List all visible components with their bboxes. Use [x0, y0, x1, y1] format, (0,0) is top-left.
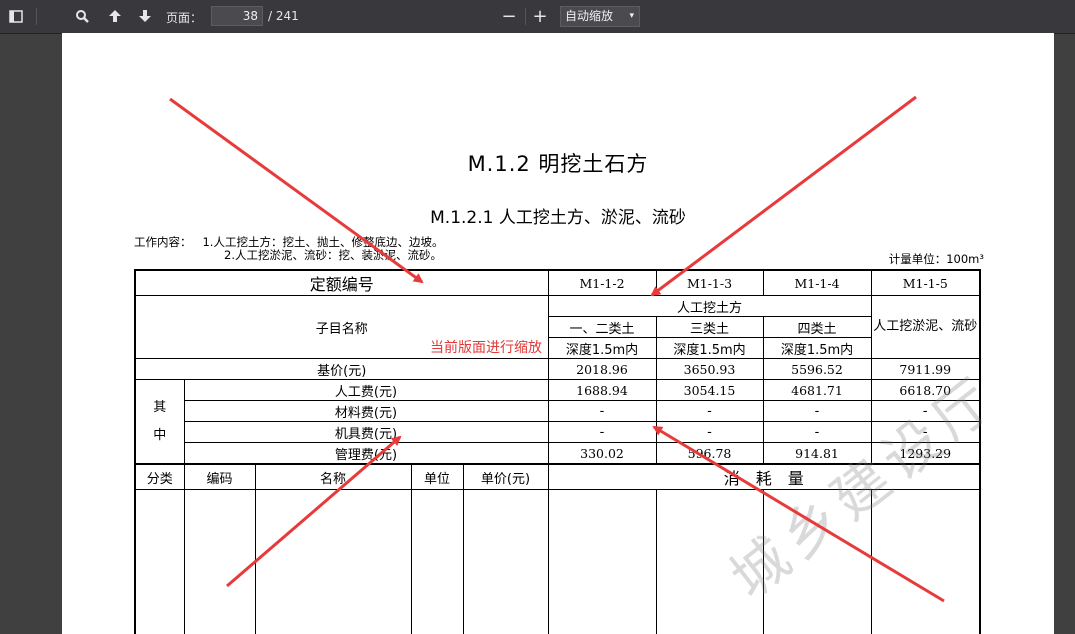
zoom-select[interactable]: 自动缩放 ▾ — [560, 6, 640, 27]
work-line-1: 1.人工挖土方：挖土、抛土、修整底边、边坡。 — [202, 235, 444, 249]
depth: 深度1.5m内 — [655, 337, 764, 359]
arrow-up-icon[interactable] — [103, 5, 127, 27]
depth: 深度1.5m内 — [547, 337, 657, 359]
quota-code: M1-1-2 — [547, 269, 657, 296]
soil-type: 三类土 — [655, 316, 764, 338]
base-price: 3650.93 — [655, 358, 764, 380]
page-number-input[interactable]: 38 — [211, 6, 263, 26]
col-category: 分类 — [134, 463, 185, 490]
mgmt-cost: 330.02 — [547, 442, 657, 465]
empty-cell — [547, 489, 657, 634]
among-char: 其 — [153, 399, 167, 415]
document-title: M.1.2 明挖土石方 — [467, 152, 649, 176]
material-label: 材料费(元) — [183, 400, 549, 422]
sidebar-toggle-icon[interactable] — [4, 5, 28, 27]
page-label: 页面： — [166, 11, 203, 25]
machine-label: 机具费(元) — [183, 421, 549, 443]
mgmt-cost: 596.78 — [655, 442, 764, 465]
arrow-top-right — [650, 95, 917, 297]
empty-cell — [410, 489, 464, 634]
material-cost: - — [547, 400, 657, 422]
quota-code: M1-1-3 — [655, 269, 764, 296]
soil-type: 一、二类土 — [547, 316, 657, 338]
work-label: 工作内容： — [134, 235, 192, 249]
empty-cell — [134, 489, 185, 634]
zoom-in-button[interactable]: + — [528, 5, 552, 27]
labor-label: 人工费(元) — [183, 379, 549, 401]
depth: 深度1.5m内 — [762, 337, 872, 359]
base-price: 2018.96 — [547, 358, 657, 380]
empty-cell — [462, 489, 549, 634]
mgmt-label: 管理费(元) — [183, 442, 549, 465]
measurement-unit: 计量单位：100m³ — [888, 252, 984, 266]
empty-cell — [183, 489, 256, 634]
col-price: 单价(元) — [462, 463, 549, 490]
toolbar-separator — [525, 8, 526, 25]
arrow-down-icon[interactable] — [133, 5, 157, 27]
zoom-out-button[interactable]: − — [497, 5, 521, 27]
labor-cost: 3054.15 — [655, 379, 764, 401]
material-cost: - — [762, 400, 872, 422]
document-subtitle: M.1.2.1 人工挖土方、淤泥、流砂 — [430, 208, 686, 228]
zoom-select-value: 自动缩放 — [565, 9, 614, 23]
labor-cost: 4681.71 — [762, 379, 872, 401]
among-label: 其中 — [134, 379, 185, 465]
toolbar-separator — [36, 8, 37, 25]
base-price-label: 基价(元) — [134, 358, 549, 380]
quota-number-label: 定额编号 — [134, 269, 549, 296]
machine-cost: - — [547, 421, 657, 443]
soil-type: 四类土 — [762, 316, 872, 338]
work-line-2: 2.人工挖淤泥、流砂：挖、装淤泥、流砂。 — [224, 248, 442, 262]
machine-cost: - — [655, 421, 764, 443]
col-unit: 单位 — [410, 463, 464, 490]
zoom-annotation: 当前版面进行缩放 — [430, 340, 542, 356]
pdf-toolbar: 页面： 38 / 241 − + 自动缩放 ▾ — [0, 0, 1075, 33]
group-header: 人工挖土方 — [547, 295, 872, 317]
base-price: 5596.52 — [762, 358, 872, 380]
silt-header: 人工挖淤泥、流砂 — [870, 295, 981, 359]
quota-code: M1-1-4 — [762, 269, 872, 296]
chevron-down-icon: ▾ — [629, 11, 634, 21]
empty-cell — [254, 489, 412, 634]
labor-cost: 1688.94 — [547, 379, 657, 401]
col-name: 名称 — [254, 463, 412, 490]
search-icon[interactable] — [70, 5, 94, 27]
pdf-page: M.1.2 明挖土石方 M.1.2.1 人工挖土方、淤泥、流砂 工作内容： 1.… — [62, 33, 1054, 634]
quota-code: M1-1-5 — [870, 269, 981, 296]
among-char: 中 — [153, 427, 167, 443]
work-content: 工作内容： 1.人工挖土方：挖土、抛土、修整底边、边坡。 2.人工挖淤泥、流砂：… — [134, 236, 443, 262]
material-cost: - — [655, 400, 764, 422]
total-pages: / 241 — [268, 9, 299, 23]
col-code: 编码 — [183, 463, 256, 490]
